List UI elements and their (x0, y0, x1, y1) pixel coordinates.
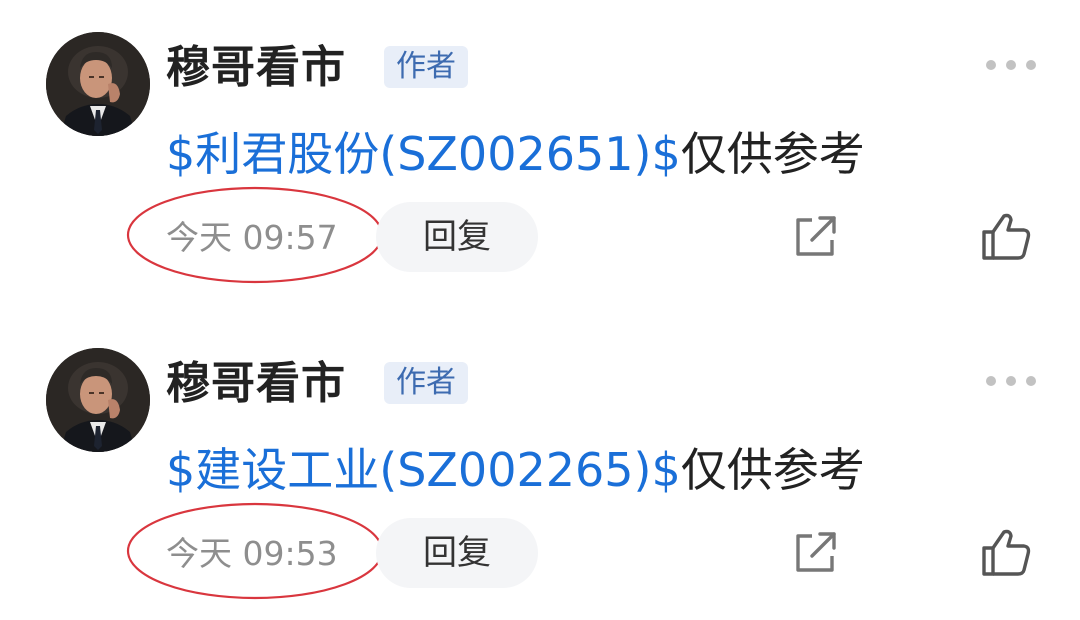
username[interactable]: 穆哥看市 (166, 356, 346, 412)
more-options-button[interactable] (978, 50, 1042, 80)
share-icon (796, 216, 836, 256)
reply-button[interactable]: 回复 (376, 518, 538, 588)
comment-item: 穆哥看市 作者 $利君股份(SZ002651)$仅供参考 今天 09:57 回复 (0, 0, 1080, 300)
timestamp: 今天 09:53 (166, 534, 338, 573)
more-dots-icon (986, 376, 996, 386)
more-options-button[interactable] (978, 366, 1042, 396)
avatar-portrait (46, 32, 150, 136)
comment-content: $利君股份(SZ002651)$仅供参考 (166, 122, 865, 186)
avatar-portrait (46, 348, 150, 452)
stock-link[interactable]: $建设工业(SZ002265)$ (166, 443, 681, 497)
comment-text: 仅供参考 (680, 127, 865, 181)
thumbs-up-icon (982, 213, 1031, 260)
author-badge: 作者 (384, 362, 468, 404)
author-badge: 作者 (384, 46, 468, 88)
comment-item: 穆哥看市 作者 $建设工业(SZ002265)$仅供参考 今天 09:53 回复 (0, 316, 1080, 616)
comment-text: 仅供参考 (680, 443, 865, 497)
share-icon (796, 532, 836, 572)
comment-content: $建设工业(SZ002265)$仅供参考 (166, 438, 865, 502)
like-button[interactable] (978, 524, 1034, 580)
share-button[interactable] (790, 210, 842, 262)
avatar[interactable] (46, 32, 150, 136)
avatar[interactable] (46, 348, 150, 452)
reply-button[interactable]: 回复 (376, 202, 538, 272)
more-dots-icon (986, 60, 996, 70)
thumbs-up-icon (982, 529, 1031, 576)
share-button[interactable] (790, 526, 842, 578)
username[interactable]: 穆哥看市 (166, 40, 346, 96)
timestamp: 今天 09:57 (166, 218, 338, 257)
like-button[interactable] (978, 208, 1034, 264)
stock-link[interactable]: $利君股份(SZ002651)$ (166, 127, 681, 181)
